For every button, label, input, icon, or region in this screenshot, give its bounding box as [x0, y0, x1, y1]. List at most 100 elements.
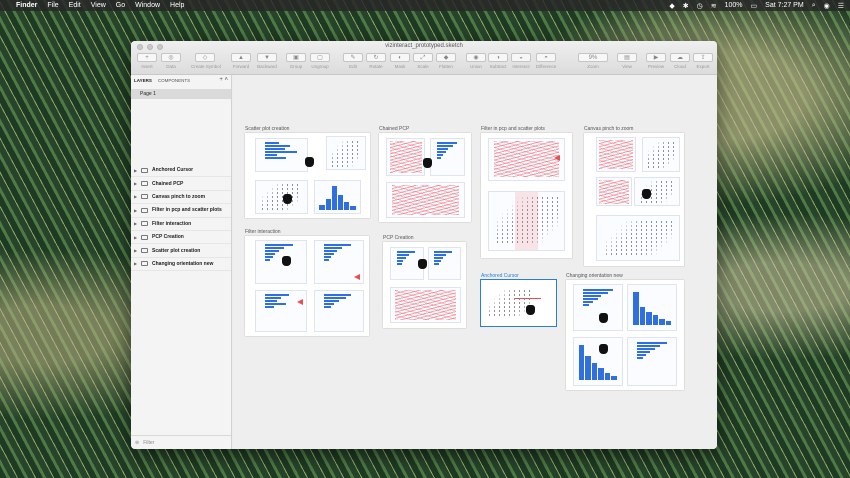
artboard-anchored-cursor[interactable]: Anchored Cursor	[480, 273, 557, 327]
artboard-title[interactable]: Canvas pinch to zoom	[584, 126, 633, 132]
layer-item[interactable]: ▶ Changing orientation new	[131, 258, 231, 272]
disclosure-icon[interactable]: ▶	[134, 248, 141, 253]
tab-layers[interactable]: LAYERS	[134, 78, 152, 83]
bar-chart-thumbnail	[627, 337, 677, 386]
difference-icon: ◓	[536, 53, 556, 62]
filter-input[interactable]: Filter	[143, 440, 154, 446]
artboard-title[interactable]: Scatter plot creation	[245, 126, 289, 132]
create-symbol-tool[interactable]: ◇ Create Symbol	[191, 53, 221, 69]
artboard-changing-orientation[interactable]: Changing orientation new	[566, 273, 684, 390]
layer-item[interactable]: ▶ Filter interaction	[131, 218, 231, 231]
scatter-points	[260, 183, 303, 211]
clock-label[interactable]: Sat 7:27 PM	[765, 2, 804, 9]
artboard-filter-interaction[interactable]: Filter interaction	[245, 229, 369, 336]
zoom-label: Zoom	[587, 64, 599, 69]
zoom-value[interactable]: 9%	[578, 53, 608, 62]
artboard-pcp-creation[interactable]: PCP Creation	[383, 235, 466, 328]
layer-list: ▶ Anchored Cursor ▶ Chained PCP ▶ Canvas pi…	[131, 164, 231, 272]
artboard-title[interactable]: Changing orientation new	[566, 273, 623, 279]
battery-label[interactable]: 100%	[725, 2, 743, 9]
layer-item[interactable]: ▶ Canvas pinch to zoom	[131, 191, 231, 205]
disclosure-icon[interactable]: ▶	[134, 168, 141, 173]
intersect-tool[interactable]: ◒ Intersect	[507, 53, 535, 69]
battery-icon[interactable]: ▭	[751, 2, 758, 10]
cloud-icon: ☁	[670, 53, 690, 62]
artboard-title[interactable]: Filter in pcp and scatter plots	[481, 126, 545, 132]
bars	[324, 244, 357, 279]
filter-handle-icon	[296, 299, 303, 305]
layer-label: Canvas pinch to zoom	[152, 193, 206, 200]
menu-file[interactable]: File	[47, 2, 58, 9]
artboard-icon	[141, 221, 148, 227]
add-page-icon[interactable]: + ˄	[219, 77, 231, 83]
layer-item[interactable]: ▶ Filter in pcp and scatter plots	[131, 204, 231, 218]
artboard-icon	[141, 167, 148, 173]
menu-go[interactable]: Go	[116, 2, 125, 9]
menu-bar: Finder File Edit View Go Window Help ◆ ✱…	[0, 0, 850, 11]
difference-label: Difference	[535, 64, 557, 69]
data-tool[interactable]: ◎ Data	[157, 53, 185, 69]
disclosure-icon[interactable]: ▶	[134, 261, 141, 266]
pcp-thumbnail	[386, 181, 465, 218]
layer-item[interactable]: ▶ Anchored Cursor	[131, 164, 231, 178]
bar-chart-thumbnail	[254, 240, 307, 284]
menu-window[interactable]: Window	[135, 2, 160, 9]
spotlight-icon[interactable]: ⌕	[812, 2, 816, 10]
pcp-thumbnail	[386, 138, 425, 176]
clock-icon[interactable]: ◷	[697, 2, 703, 10]
menu-help[interactable]: Help	[170, 2, 184, 9]
artboard-title[interactable]: Anchored Cursor	[481, 273, 519, 279]
view-tool[interactable]: ▤ View	[613, 53, 641, 69]
notification-center-icon[interactable]: ☰	[838, 2, 844, 10]
view-label: View	[622, 64, 632, 69]
forward-tool[interactable]: ▲ Forward	[227, 53, 255, 69]
artboard-title[interactable]: Chained PCP	[379, 126, 409, 132]
difference-tool[interactable]: ◓ Difference	[532, 53, 560, 69]
artboard-canvas-pinch-to-zoom[interactable]: Canvas pinch to zoom	[584, 126, 684, 266]
export-tool[interactable]: ⇪ Export	[689, 53, 717, 69]
page-item[interactable]: Page 1	[131, 89, 231, 99]
tab-components[interactable]: COMPONENTS	[158, 78, 190, 83]
layer-item[interactable]: ▶ Chained PCP	[131, 177, 231, 191]
canvas[interactable]: Scatter plot creation Chained PCP Filter…	[233, 75, 717, 449]
pcp-thumbnail	[596, 176, 632, 207]
scatter-thumbnail	[488, 190, 565, 251]
hand-cursor-icon	[599, 343, 609, 354]
artboard-icon	[141, 194, 148, 200]
artboard-chained-pcp[interactable]: Chained PCP	[379, 126, 471, 222]
menu-finder[interactable]: Finder	[16, 2, 37, 9]
layer-filter[interactable]: ⊜ Filter	[131, 435, 231, 449]
layer-label: PCP Creation	[152, 234, 184, 241]
hand-cursor-icon	[282, 256, 292, 266]
bluetooth-icon[interactable]: ✱	[683, 2, 689, 10]
layer-item[interactable]: ▶ Scatter plot creation	[131, 244, 231, 258]
layer-item[interactable]: ▶ PCP Creation	[131, 231, 231, 245]
menu-view[interactable]: View	[91, 2, 106, 9]
disclosure-icon[interactable]: ▶	[134, 181, 141, 186]
disclosure-icon[interactable]: ▶	[134, 194, 141, 199]
data-label: Data	[166, 64, 176, 69]
disclosure-icon[interactable]: ▶	[134, 208, 141, 213]
artboard-title[interactable]: PCP Creation	[383, 235, 413, 241]
menu-edit[interactable]: Edit	[69, 2, 81, 9]
pcp-lines	[599, 179, 629, 204]
preview-icon: ▶	[646, 53, 666, 62]
artboard-title[interactable]: Filter interaction	[245, 229, 281, 235]
wifi-icon[interactable]: ≋	[711, 2, 717, 10]
disclosure-icon[interactable]: ▶	[134, 221, 141, 226]
zoom-tool[interactable]: 9% Zoom	[578, 53, 608, 69]
scatter-thumbnail	[255, 179, 308, 214]
pcp-lines	[394, 289, 456, 320]
create-symbol-icon: ◇	[195, 53, 215, 62]
layer-label: Changing orientation new	[152, 260, 214, 267]
dropbox-icon[interactable]: ◆	[669, 2, 674, 10]
pcp-lines	[389, 141, 422, 173]
artboard-scatter-plot-creation[interactable]: Scatter plot creation	[245, 126, 370, 218]
ungroup-tool[interactable]: ▢ Ungroup	[306, 53, 334, 69]
bar-chart-thumbnail	[429, 138, 465, 176]
artboard-filter-pcp-scatter[interactable]: Filter in pcp and scatter plots	[481, 126, 572, 258]
disclosure-icon[interactable]: ▶	[134, 235, 141, 240]
backward-tool[interactable]: ▼ Backward	[253, 53, 281, 69]
flatten-tool[interactable]: ◆ Flatten	[432, 53, 460, 69]
siri-icon[interactable]: ◉	[824, 2, 830, 10]
